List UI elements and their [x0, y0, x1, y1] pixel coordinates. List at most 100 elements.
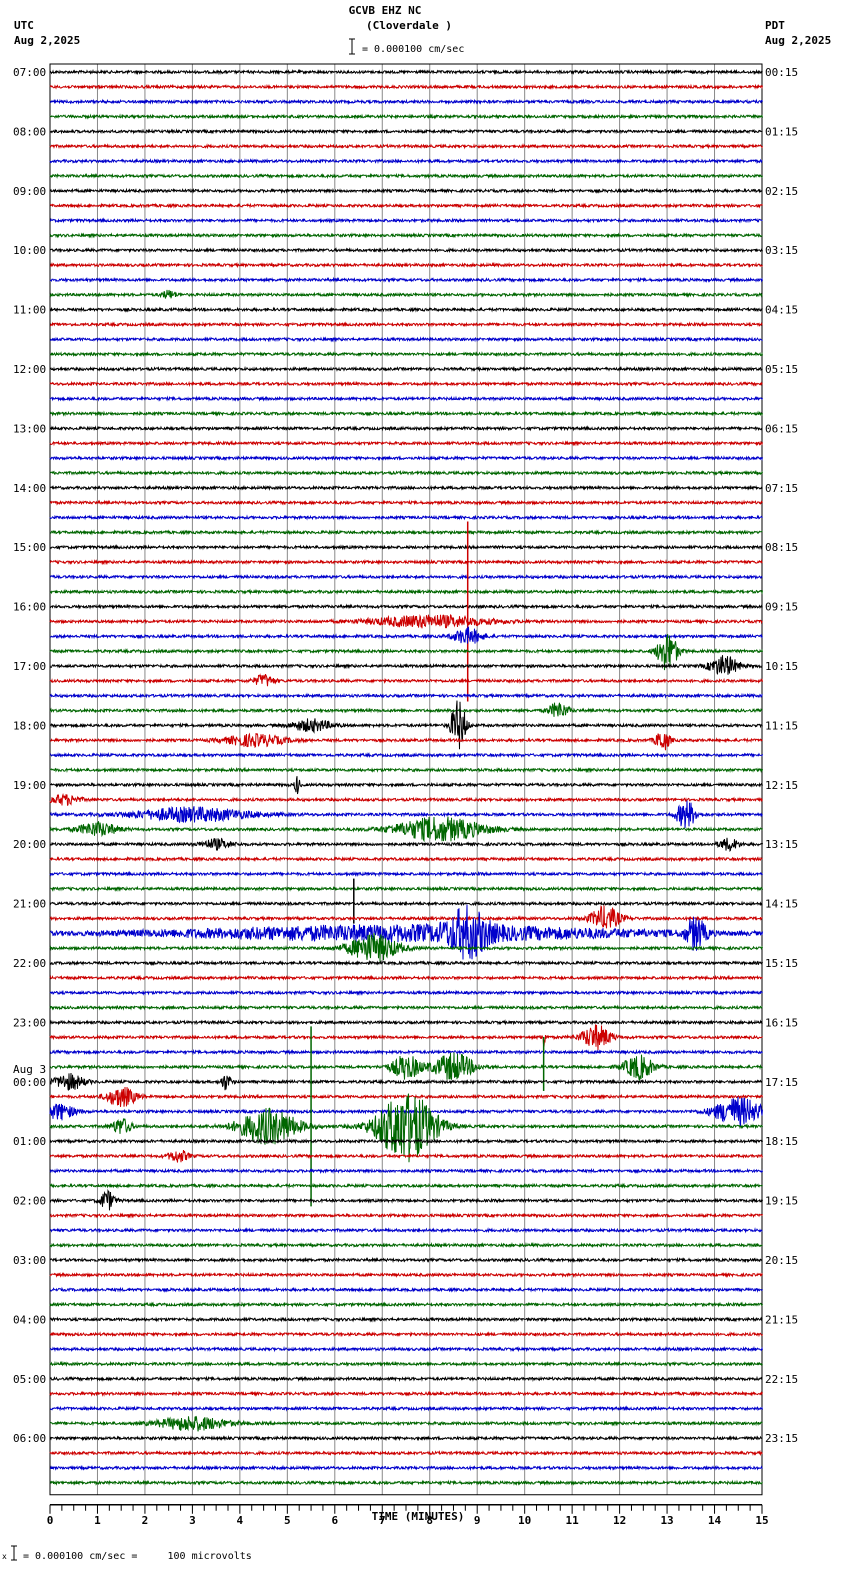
seismic-trace [49, 469, 763, 477]
x-tick-label: 4 [237, 1514, 244, 1527]
seismic-trace [50, 321, 763, 328]
seismic-trace [49, 1301, 763, 1308]
plot-frame [49, 63, 763, 1496]
pdt-hour-label: 16:15 [765, 1016, 798, 1029]
x-tick-label: 1 [94, 1514, 101, 1527]
scale-label: = 0.000100 cm/sec [362, 44, 464, 55]
pdt-hour-label: 19:15 [765, 1195, 798, 1208]
seismic-trace [49, 425, 763, 432]
utc-hour-label: 11:00 [13, 304, 46, 317]
pdt-hour-label: 04:15 [765, 304, 798, 317]
seismic-trace [49, 336, 763, 343]
pdt-hour-label: 07:15 [765, 482, 798, 495]
seismic-trace [49, 989, 763, 996]
x-tick-label: 5 [284, 1514, 291, 1527]
seismic-trace [49, 440, 763, 447]
seismic-trace [49, 751, 763, 759]
seismic-trace [50, 885, 763, 892]
x-tick-label: 10 [518, 1514, 531, 1527]
pdt-hour-label: 10:15 [765, 660, 798, 673]
seismic-trace [49, 1137, 763, 1145]
pdt-hour-label: 20:15 [765, 1254, 798, 1267]
traces [49, 68, 763, 1486]
seismic-trace [49, 900, 763, 907]
seismic-trace [49, 143, 763, 150]
pdt-hour-label: 14:15 [765, 898, 798, 911]
seismic-trace [49, 673, 763, 687]
seismic-trace [49, 588, 763, 595]
utc-hour-label: 06:00 [13, 1432, 46, 1445]
seismic-trace [49, 1360, 763, 1368]
seismic-trace [49, 1024, 763, 1051]
seismic-trace [49, 276, 763, 284]
station-location: (Cloverdale ) [366, 19, 452, 32]
seismic-trace [49, 855, 763, 863]
utc-hour-label: 13:00 [13, 422, 46, 435]
seismic-trace [49, 870, 763, 878]
seismic-trace [49, 484, 763, 492]
seismic-trace [49, 905, 763, 929]
seismic-trace [49, 1345, 763, 1353]
seismic-trace [49, 1435, 763, 1442]
pdt-hour-label: 18:15 [765, 1135, 798, 1148]
seismic-trace [49, 289, 763, 299]
seismic-trace [49, 1019, 763, 1026]
pdt-hour-label: 05:15 [765, 363, 798, 376]
seismic-trace [49, 614, 763, 629]
utc-hour-label: 20:00 [13, 838, 46, 851]
pdt-hour-label: 08:15 [765, 541, 798, 554]
x-tick-label: 15 [755, 1514, 768, 1527]
seismic-trace [49, 974, 763, 981]
seismic-trace [49, 1188, 763, 1211]
x-tick-label: 12 [613, 1514, 626, 1527]
utc-hour-label: 03:00 [13, 1254, 46, 1267]
seismic-trace [49, 529, 763, 536]
seismic-trace [49, 217, 763, 224]
seismic-trace [49, 1286, 763, 1293]
seismic-trace [49, 187, 763, 194]
seismic-trace [49, 702, 763, 717]
pdt-hour-label: 06:15 [765, 422, 798, 435]
seismic-trace [49, 202, 763, 209]
seismic-trace [49, 1256, 763, 1264]
seismic-trace [49, 625, 763, 644]
seismic-trace [49, 1072, 763, 1091]
x-tick-label: 11 [566, 1514, 580, 1527]
pdt-hour-label: 22:15 [765, 1373, 798, 1386]
right-timezone: PDT [765, 19, 785, 32]
seismic-trace [49, 692, 763, 699]
x-tick-label: 0 [47, 1514, 54, 1527]
seismic-trace [49, 68, 763, 76]
utc-hour-label: 08:00 [13, 125, 46, 138]
seismic-trace [49, 1390, 763, 1397]
utc-hour-label: 07:00 [13, 66, 46, 79]
utc-hour-label: 23:00 [13, 1016, 46, 1029]
pdt-hour-label: 15:15 [765, 957, 798, 970]
utc-hour-label: 19:00 [13, 779, 46, 792]
utc-hour-label: 02:00 [13, 1195, 46, 1208]
seismic-trace [49, 410, 763, 417]
seismic-trace [49, 1150, 763, 1163]
footer-mark: x [2, 1552, 7, 1561]
seismic-trace [49, 1052, 763, 1082]
pdt-hour-label: 09:15 [765, 601, 798, 614]
seismic-trace [49, 655, 763, 675]
seismic-trace [49, 1048, 763, 1056]
seismic-trace [49, 1449, 763, 1457]
pdt-hour-label: 02:15 [765, 185, 798, 198]
utc-hour-label: 16:00 [13, 601, 46, 614]
seismic-trace [49, 959, 763, 967]
seismic-trace [49, 1415, 763, 1432]
right-date: Aug 2,2025 [765, 34, 831, 47]
seismic-trace [49, 1316, 763, 1323]
seismic-trace [49, 83, 763, 90]
day-change-label: Aug 3 [13, 1063, 46, 1076]
pdt-hour-label: 01:15 [765, 125, 798, 138]
x-axis-label: TIME (MINUTES) [372, 1510, 465, 1523]
seismic-trace [49, 514, 763, 521]
seismic-trace [49, 603, 763, 610]
seismic-trace [49, 98, 763, 105]
utc-hour-label: 22:00 [13, 957, 46, 970]
seismic-trace [49, 1167, 763, 1175]
pdt-hour-label: 23:15 [765, 1432, 798, 1445]
